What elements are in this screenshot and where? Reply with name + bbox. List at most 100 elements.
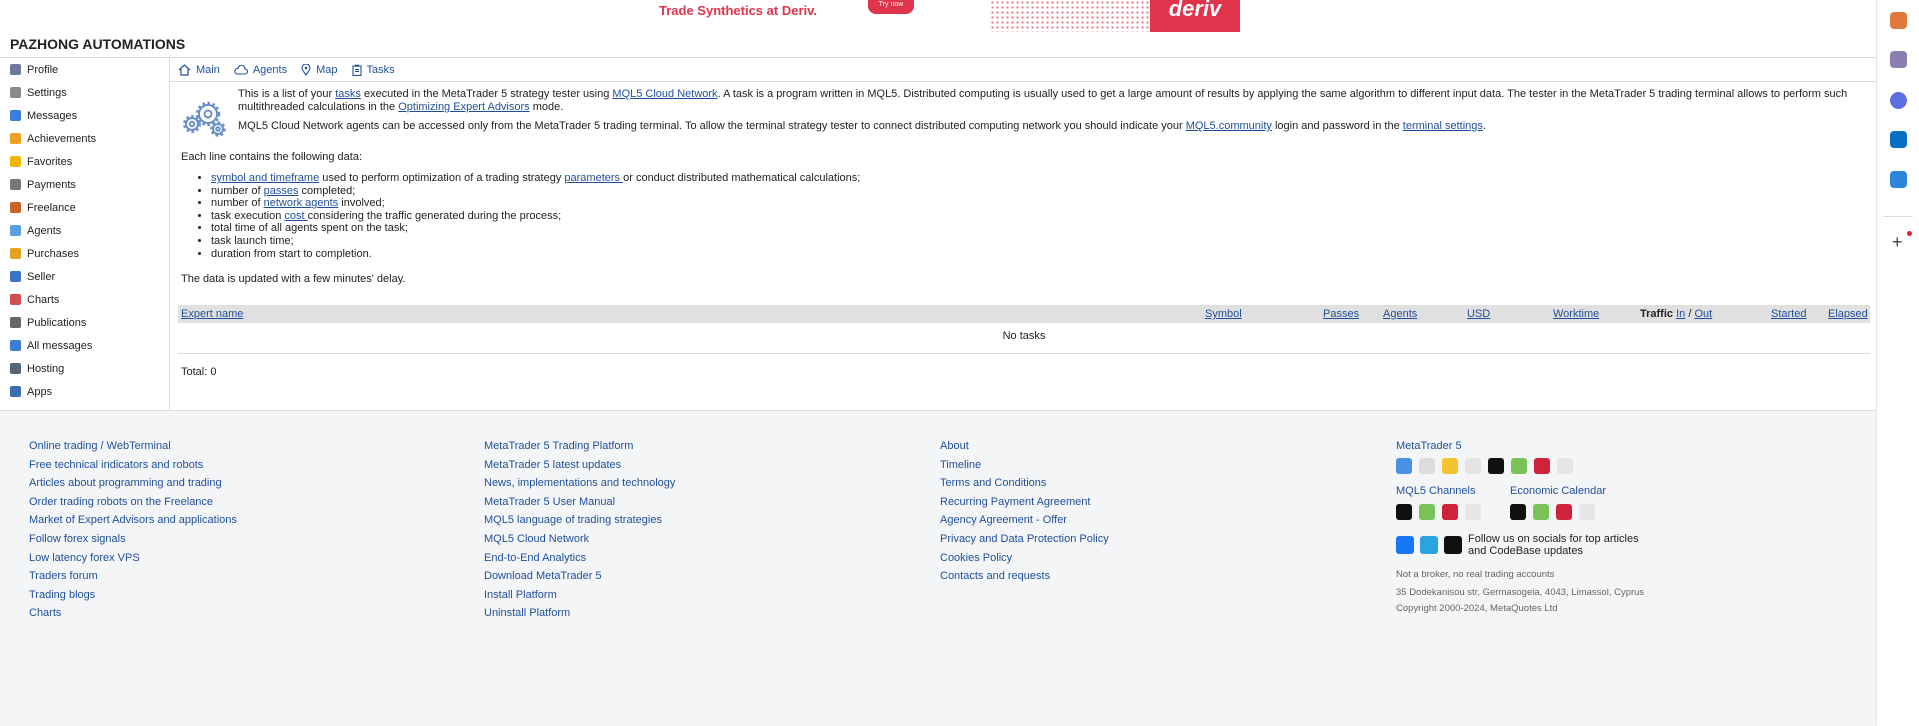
footer-link[interactable]: Trading blogs [29,589,237,608]
footer-link[interactable]: Terms and Conditions [940,477,1109,496]
sidebar-item-achievements[interactable]: Achievements [0,127,169,150]
sidebar-item-settings[interactable]: Settings [0,81,169,104]
col-elapsed[interactable]: Elapsed [1828,308,1868,320]
footer-link[interactable]: End-to-End Analytics [484,552,675,571]
windows-icon[interactable] [1396,458,1412,474]
huawei-icon[interactable] [1556,504,1572,520]
mql5-channels-heading[interactable]: MQL5 Channels [1396,485,1481,497]
banner-promo-text[interactable]: Trade Synthetics at Deriv. [659,3,817,18]
network-agents-link[interactable]: network agents [264,197,339,209]
col-worktime[interactable]: Worktime [1553,308,1599,320]
col-agents[interactable]: Agents [1383,308,1417,320]
cloud-network-link[interactable]: MQL5 Cloud Network [612,88,717,100]
mql5-community-link[interactable]: MQL5.community [1186,120,1272,132]
col-passes[interactable]: Passes [1323,308,1359,320]
footer-link[interactable]: Install Platform [484,589,675,608]
tasks-link[interactable]: tasks [335,88,361,100]
economic-calendar-heading[interactable]: Economic Calendar [1510,485,1606,497]
android-icon[interactable] [1419,504,1435,520]
col-symbol[interactable]: Symbol [1205,308,1242,320]
huawei-icon[interactable] [1534,458,1550,474]
parameters-link[interactable]: parameters [564,172,623,184]
sidebar-item-profile[interactable]: Profile [0,58,169,81]
sidebar-item-label: Favorites [27,155,73,168]
outlook-icon[interactable] [1890,131,1907,148]
sidebar-item-agents[interactable]: Agents [0,219,169,242]
footer-link[interactable]: Order trading robots on the Freelance [29,496,237,515]
banner-try-button[interactable]: Try now [868,0,914,14]
sidebar-item-messages[interactable]: Messages [0,104,169,127]
android-icon[interactable] [1533,504,1549,520]
copilot-icon[interactable] [1890,92,1907,109]
footer-link[interactable]: MQL5 language of trading strategies [484,514,675,533]
footer-link[interactable]: Agency Agreement - Offer [940,514,1109,533]
footer-link[interactable]: Timeline [940,459,1109,478]
optimizing-ea-link[interactable]: Optimizing Expert Advisors [398,101,529,113]
mt5-heading[interactable]: MetaTrader 5 [1396,440,1644,452]
footer-link[interactable]: Download MetaTrader 5 [484,570,675,589]
footer-link[interactable]: Market of Expert Advisors and applicatio… [29,514,237,533]
cost-link[interactable]: cost [284,210,307,222]
tab-map[interactable]: Map [301,63,338,76]
telegram-icon[interactable] [1420,536,1438,554]
android-icon[interactable] [1511,458,1527,474]
footer-link[interactable]: Cookies Policy [940,552,1109,571]
sidebar-item-hosting[interactable]: Hosting [0,357,169,380]
ad-banner[interactable]: Trade Synthetics at Deriv. Try now deriv [0,0,1877,32]
footer-link[interactable]: MetaTrader 5 User Manual [484,496,675,515]
sidebar-item-publications[interactable]: Publications [0,311,169,334]
briefcase-icon[interactable] [1890,12,1907,29]
sidebar-item-apps[interactable]: Apps [0,380,169,403]
apk-icon[interactable] [1465,504,1481,520]
send-icon[interactable] [1890,171,1907,188]
footer-link[interactable]: Uninstall Platform [484,607,675,626]
footer-link[interactable]: Charts [29,607,237,626]
terminal-settings-link[interactable]: terminal settings [1403,120,1483,132]
footer-link[interactable]: MetaTrader 5 latest updates [484,459,675,478]
macos-icon[interactable] [1419,458,1435,474]
sidebar-item-label: Freelance [27,201,76,214]
col-usd[interactable]: USD [1467,308,1490,320]
sidebar-item-all-messages[interactable]: All messages [0,334,169,357]
sidebar-item-purchases[interactable]: Purchases [0,242,169,265]
sidebar-item-charts[interactable]: Charts [0,288,169,311]
footer-link[interactable]: MQL5 Cloud Network [484,533,675,552]
apple-icon[interactable] [1396,504,1412,520]
footer-link[interactable]: Traders forum [29,570,237,589]
tab-main[interactable]: Main [178,64,220,76]
footer-link[interactable]: MetaTrader 5 Trading Platform [484,440,675,459]
footer-link[interactable]: Low latency forex VPS [29,552,237,571]
footer-link[interactable]: Follow forex signals [29,533,237,552]
footer-link[interactable]: Free technical indicators and robots [29,459,237,478]
sidebar-item-payments[interactable]: Payments [0,173,169,196]
apple-icon[interactable] [1510,504,1526,520]
apple-icon[interactable] [1488,458,1504,474]
footer-link[interactable]: About [940,440,1109,459]
sidebar-item-favorites[interactable]: Favorites [0,150,169,173]
footer-link[interactable]: News, implementations and technology [484,477,675,496]
apk-icon[interactable] [1579,504,1595,520]
symbol-timeframe-link[interactable]: symbol and timeframe [211,172,319,184]
add-icon[interactable]: + [1892,233,1903,251]
traffic-in-link[interactable]: In [1676,308,1685,320]
huawei-icon[interactable] [1442,504,1458,520]
facebook-icon[interactable] [1396,536,1414,554]
tab-agents[interactable]: Agents [234,64,287,76]
apk-icon[interactable] [1557,458,1573,474]
sidebar-item-freelance[interactable]: Freelance [0,196,169,219]
x-twitter-icon[interactable] [1444,536,1462,554]
tab-tasks[interactable]: Tasks [351,64,395,76]
footer-link[interactable]: Online trading / WebTerminal [29,440,237,459]
web-icon[interactable] [1465,458,1481,474]
footer-link[interactable]: Articles about programming and trading [29,477,237,496]
traffic-out-link[interactable]: Out [1694,308,1712,320]
passes-link[interactable]: passes [264,185,299,197]
col-expert-name[interactable]: Expert name [181,308,243,320]
footer-link[interactable]: Contacts and requests [940,570,1109,589]
user-avatar-icon[interactable] [1890,51,1907,68]
footer-link[interactable]: Privacy and Data Protection Policy [940,533,1109,552]
linux-icon[interactable] [1442,458,1458,474]
sidebar-item-seller[interactable]: Seller [0,265,169,288]
footer-link[interactable]: Recurring Payment Agreement [940,496,1109,515]
col-started[interactable]: Started [1771,308,1806,320]
